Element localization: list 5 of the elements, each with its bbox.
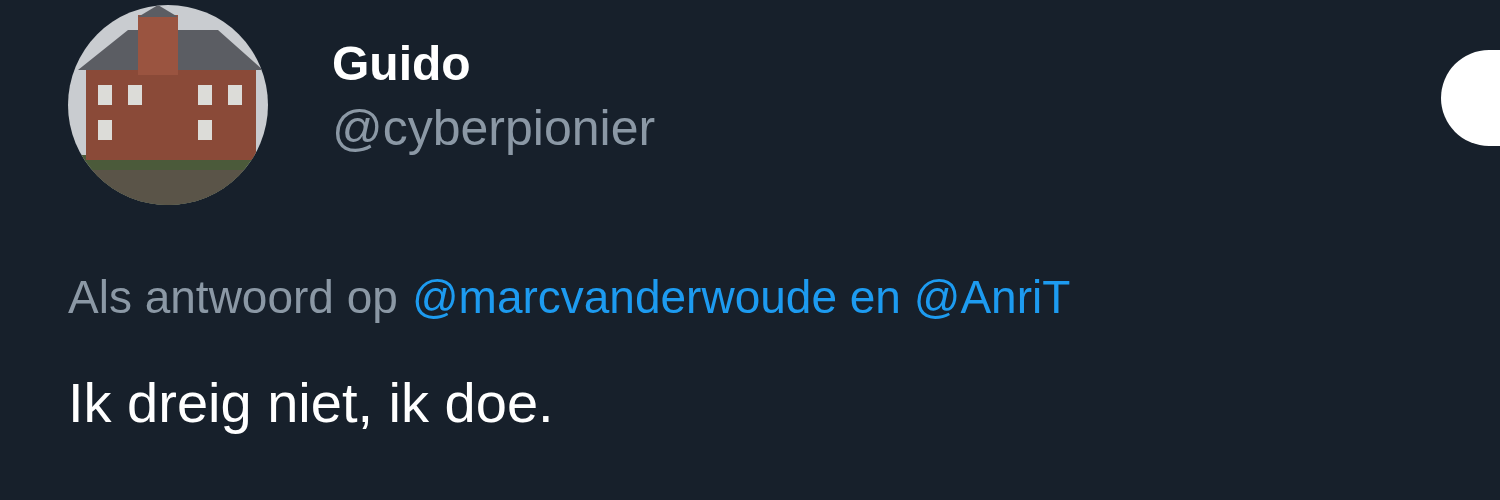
mention-link[interactable]: @marcvanderwoude en @AnriT (411, 267, 1071, 327)
reply-label: Als antwoord op (68, 270, 398, 325)
author-handle: @cyberpionier (332, 99, 656, 158)
tweet-text: Ik dreig niet, ik doe. (68, 370, 555, 436)
author-name: Guido (332, 36, 472, 92)
